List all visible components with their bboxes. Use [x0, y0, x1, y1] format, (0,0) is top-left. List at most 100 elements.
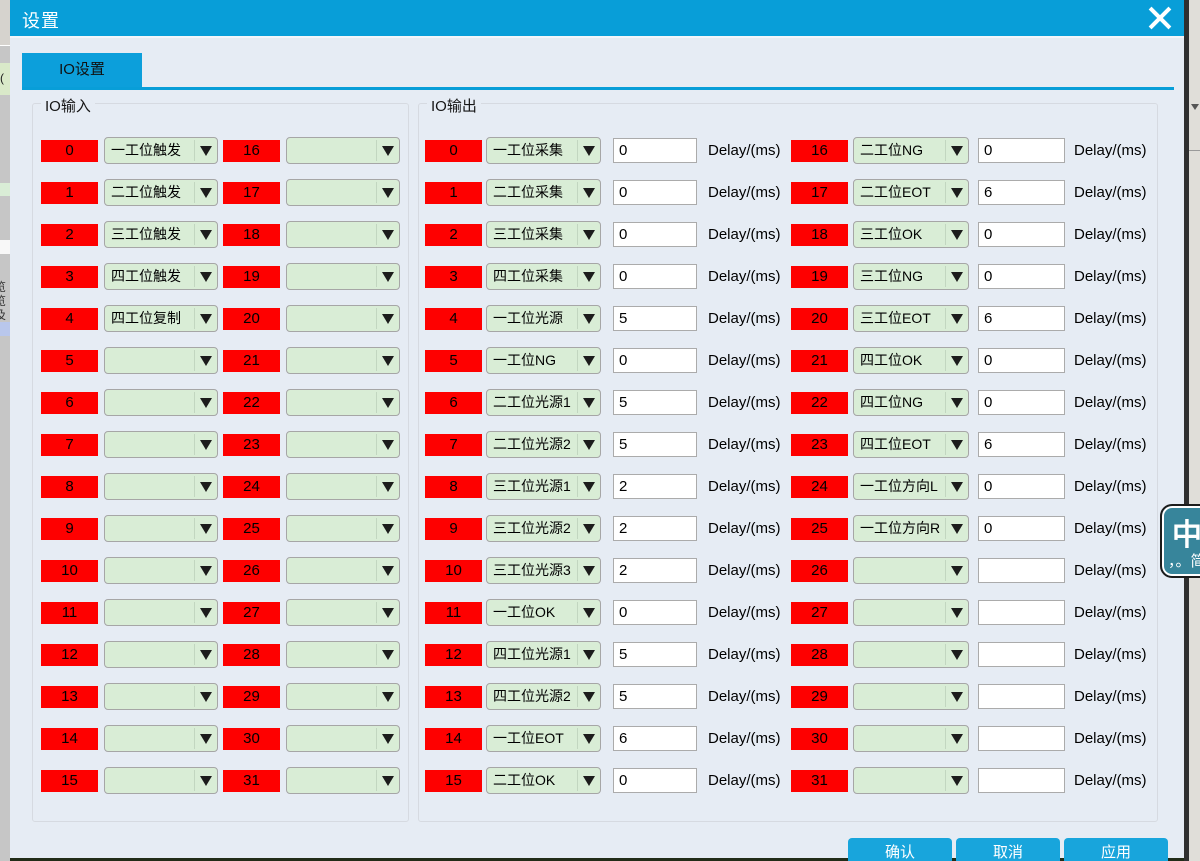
apply-button[interactable]: 应用: [1064, 838, 1168, 861]
delay-input-25[interactable]: [978, 516, 1065, 541]
delay-input-18[interactable]: [978, 222, 1065, 247]
delay-input-28[interactable]: [978, 642, 1065, 667]
ime-widget[interactable]: 中 ，。简: [1160, 504, 1200, 578]
io-select-out-29[interactable]: [853, 683, 969, 710]
delay-input-2[interactable]: [613, 222, 697, 247]
io-select-out-20[interactable]: 三工位EOT: [853, 305, 969, 332]
close-icon[interactable]: [1144, 2, 1176, 34]
delay-input-10[interactable]: [613, 558, 697, 583]
io-select-out-18[interactable]: 三工位OK: [853, 221, 969, 248]
io-select-in-26[interactable]: [286, 557, 400, 584]
delay-input-6[interactable]: [613, 390, 697, 415]
delay-input-8[interactable]: [613, 474, 697, 499]
io-select-in-16[interactable]: [286, 137, 400, 164]
io-select-out-12[interactable]: 四工位光源1: [486, 641, 601, 668]
io-select-out-1[interactable]: 二工位采集: [486, 179, 601, 206]
delay-input-13[interactable]: [613, 684, 697, 709]
io-select-in-19[interactable]: [286, 263, 400, 290]
delay-input-7[interactable]: [613, 432, 697, 457]
io-select-in-15[interactable]: [104, 767, 218, 794]
io-select-in-30[interactable]: [286, 725, 400, 752]
delay-input-21[interactable]: [978, 348, 1065, 373]
io-select-out-23[interactable]: 四工位EOT: [853, 431, 969, 458]
io-select-in-28[interactable]: [286, 641, 400, 668]
delay-input-14[interactable]: [613, 726, 697, 751]
io-select-out-7[interactable]: 二工位光源2: [486, 431, 601, 458]
io-select-out-24[interactable]: 一工位方向L: [853, 473, 969, 500]
io-select-in-6[interactable]: [104, 389, 218, 416]
io-select-in-17[interactable]: [286, 179, 400, 206]
io-select-in-14[interactable]: [104, 725, 218, 752]
io-select-in-5[interactable]: [104, 347, 218, 374]
io-select-in-0[interactable]: 一工位触发: [104, 137, 218, 164]
background-scrollbar[interactable]: [1189, 0, 1200, 861]
delay-input-12[interactable]: [613, 642, 697, 667]
delay-input-31[interactable]: [978, 768, 1065, 793]
io-select-out-10[interactable]: 三工位光源3: [486, 557, 601, 584]
io-select-out-4[interactable]: 一工位光源: [486, 305, 601, 332]
io-select-in-18[interactable]: [286, 221, 400, 248]
io-select-in-24[interactable]: [286, 473, 400, 500]
io-select-out-15[interactable]: 二工位OK: [486, 767, 601, 794]
io-select-out-17[interactable]: 二工位EOT: [853, 179, 969, 206]
io-select-out-31[interactable]: [853, 767, 969, 794]
io-select-out-19[interactable]: 三工位NG: [853, 263, 969, 290]
io-select-in-8[interactable]: [104, 473, 218, 500]
delay-input-23[interactable]: [978, 432, 1065, 457]
io-select-in-7[interactable]: [104, 431, 218, 458]
delay-input-11[interactable]: [613, 600, 697, 625]
delay-input-9[interactable]: [613, 516, 697, 541]
io-select-out-27[interactable]: [853, 599, 969, 626]
io-select-out-16[interactable]: 二工位NG: [853, 137, 969, 164]
delay-input-27[interactable]: [978, 600, 1065, 625]
confirm-button[interactable]: 确认: [848, 838, 952, 861]
io-select-in-3[interactable]: 四工位触发: [104, 263, 218, 290]
cancel-button[interactable]: 取消: [956, 838, 1060, 861]
io-select-in-21[interactable]: [286, 347, 400, 374]
delay-input-15[interactable]: [613, 768, 697, 793]
io-select-out-14[interactable]: 一工位EOT: [486, 725, 601, 752]
io-select-out-2[interactable]: 三工位采集: [486, 221, 601, 248]
io-select-in-9[interactable]: [104, 515, 218, 542]
io-select-out-13[interactable]: 四工位光源2: [486, 683, 601, 710]
io-select-in-31[interactable]: [286, 767, 400, 794]
io-select-in-29[interactable]: [286, 683, 400, 710]
io-select-in-12[interactable]: [104, 641, 218, 668]
delay-input-22[interactable]: [978, 390, 1065, 415]
io-select-in-1[interactable]: 二工位触发: [104, 179, 218, 206]
delay-input-1[interactable]: [613, 180, 697, 205]
io-select-out-22[interactable]: 四工位NG: [853, 389, 969, 416]
delay-input-30[interactable]: [978, 726, 1065, 751]
dialog-titlebar[interactable]: 设置: [10, 0, 1184, 38]
io-select-in-11[interactable]: [104, 599, 218, 626]
io-select-in-22[interactable]: [286, 389, 400, 416]
scrollbar-arrow-icon[interactable]: [1191, 104, 1199, 110]
tab-io-settings[interactable]: IO设置: [22, 53, 142, 87]
delay-input-24[interactable]: [978, 474, 1065, 499]
io-select-out-30[interactable]: [853, 725, 969, 752]
io-select-out-28[interactable]: [853, 641, 969, 668]
io-select-in-27[interactable]: [286, 599, 400, 626]
io-select-out-26[interactable]: [853, 557, 969, 584]
io-select-in-25[interactable]: [286, 515, 400, 542]
delay-input-3[interactable]: [613, 264, 697, 289]
io-select-in-23[interactable]: [286, 431, 400, 458]
io-select-in-4[interactable]: 四工位复制: [104, 305, 218, 332]
delay-input-20[interactable]: [978, 306, 1065, 331]
io-select-out-5[interactable]: 一工位NG: [486, 347, 601, 374]
io-select-out-3[interactable]: 四工位采集: [486, 263, 601, 290]
delay-input-16[interactable]: [978, 138, 1065, 163]
delay-input-26[interactable]: [978, 558, 1065, 583]
delay-input-4[interactable]: [613, 306, 697, 331]
delay-input-17[interactable]: [978, 180, 1065, 205]
delay-input-29[interactable]: [978, 684, 1065, 709]
io-select-out-21[interactable]: 四工位OK: [853, 347, 969, 374]
io-select-out-9[interactable]: 三工位光源2: [486, 515, 601, 542]
io-select-in-10[interactable]: [104, 557, 218, 584]
io-select-in-2[interactable]: 三工位触发: [104, 221, 218, 248]
io-select-out-8[interactable]: 三工位光源1: [486, 473, 601, 500]
io-select-out-6[interactable]: 二工位光源1: [486, 389, 601, 416]
delay-input-5[interactable]: [613, 348, 697, 373]
delay-input-0[interactable]: [613, 138, 697, 163]
io-select-out-25[interactable]: 一工位方向R: [853, 515, 969, 542]
